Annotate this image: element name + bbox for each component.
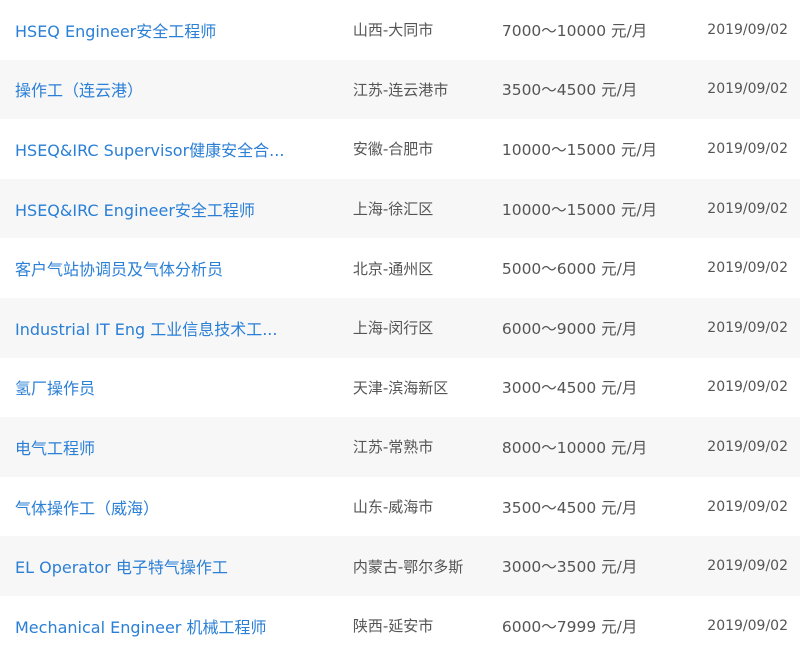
job-date: 2019/09/02	[707, 438, 788, 455]
job-row: 客户气站协调员及气体分析员 北京-通州区 5000～6000 元/月 2019/…	[0, 238, 800, 298]
job-row: HSEQ&IRC Engineer安全工程师 上海-徐汇区 10000～1500…	[0, 178, 800, 239]
job-location: 北京-通州区	[352, 259, 434, 278]
job-location: 天津-滨海新区	[352, 378, 449, 397]
job-title-link[interactable]: HSEQ&IRC Supervisor健康安全合...	[0, 137, 353, 161]
job-title-link[interactable]: 操作工（连云港）	[0, 77, 353, 101]
job-title-link[interactable]: Industrial IT Eng 工业信息技术工...	[0, 316, 353, 340]
job-location: 江苏-常熟市	[352, 438, 434, 457]
job-salary: 6000～7999 元/月	[501, 617, 638, 636]
job-row: EL Operator 电子特气操作工 内蒙古-鄂尔多斯 3000～3500 元…	[0, 536, 800, 596]
job-salary: 3000～3500 元/月	[501, 558, 638, 577]
job-title-link[interactable]: 氢厂操作员	[0, 375, 353, 399]
job-location: 陕西-延安市	[352, 617, 434, 636]
job-location: 上海-徐汇区	[352, 200, 434, 219]
job-salary: 3500～4500 元/月	[501, 81, 638, 100]
job-salary: 8000～10000 元/月	[501, 438, 648, 457]
job-location: 上海-闵行区	[352, 319, 434, 338]
job-title-link[interactable]: 客户气站协调员及气体分析员	[0, 256, 353, 280]
job-date: 2019/09/02	[707, 81, 788, 98]
job-list: HSEQ Engineer安全工程师 山西-大同市 7000～10000 元/月…	[0, 0, 800, 652]
job-title-link[interactable]: 电气工程师	[0, 435, 353, 459]
job-title-link[interactable]: Mechanical Engineer 机械工程师	[0, 614, 353, 638]
job-date: 2019/09/02	[707, 617, 788, 634]
job-salary: 6000～9000 元/月	[501, 319, 638, 338]
job-location: 安徽-合肥市	[352, 140, 434, 159]
job-location: 山东-威海市	[352, 498, 434, 517]
job-row: HSEQ Engineer安全工程师 山西-大同市 7000～10000 元/月…	[0, 0, 800, 60]
job-salary: 10000～15000 元/月	[501, 200, 658, 219]
job-row: 氢厂操作员 天津-滨海新区 3000～4500 元/月 2019/09/02	[0, 358, 800, 418]
job-date: 2019/09/02	[707, 319, 788, 336]
job-salary: 7000～10000 元/月	[501, 21, 648, 40]
job-date: 2019/09/02	[707, 140, 788, 157]
job-date: 2019/09/02	[707, 379, 788, 396]
job-date: 2019/09/02	[707, 21, 788, 38]
job-salary: 3500～4500 元/月	[501, 498, 638, 517]
job-row: Industrial IT Eng 工业信息技术工... 上海-闵行区 6000…	[0, 297, 800, 358]
job-salary: 5000～6000 元/月	[501, 260, 638, 279]
job-location: 内蒙古-鄂尔多斯	[352, 557, 464, 576]
job-title-link[interactable]: 气体操作工（威海）	[0, 495, 353, 519]
job-row: Mechanical Engineer 机械工程师 陕西-延安市 6000～79…	[0, 596, 800, 652]
job-row: 电气工程师 江苏-常熟市 8000～10000 元/月 2019/09/02	[0, 417, 800, 477]
job-date: 2019/09/02	[707, 558, 788, 575]
job-title-link[interactable]: HSEQ&IRC Engineer安全工程师	[0, 197, 353, 221]
job-title-link[interactable]: HSEQ Engineer安全工程师	[0, 18, 353, 42]
job-row: 操作工（连云港） 江苏-连云港市 3500～4500 元/月 2019/09/0…	[0, 59, 800, 120]
job-location: 山西-大同市	[352, 21, 434, 40]
job-row: 气体操作工（威海） 山东-威海市 3500～4500 元/月 2019/09/0…	[0, 477, 800, 537]
job-row: HSEQ&IRC Supervisor健康安全合... 安徽-合肥市 10000…	[0, 119, 800, 179]
job-title-link[interactable]: EL Operator 电子特气操作工	[0, 554, 353, 578]
job-salary: 10000～15000 元/月	[501, 140, 658, 159]
job-date: 2019/09/02	[707, 200, 788, 217]
job-date: 2019/09/02	[707, 498, 788, 515]
job-date: 2019/09/02	[707, 260, 788, 277]
job-salary: 3000～4500 元/月	[501, 379, 638, 398]
job-location: 江苏-连云港市	[352, 80, 449, 99]
